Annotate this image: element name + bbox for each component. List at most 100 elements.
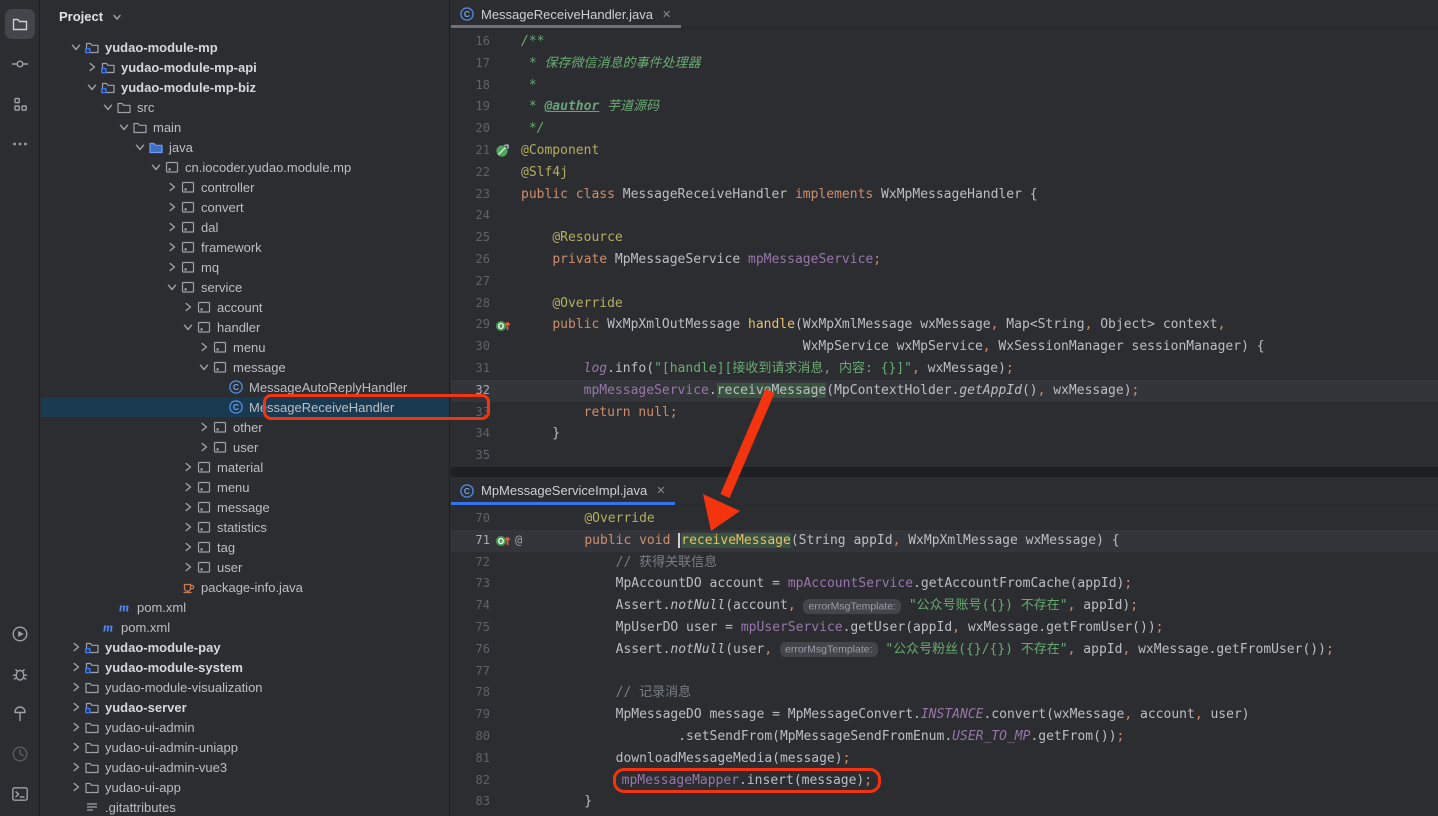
tree-row[interactable]: yudao-ui-admin-uniapp — [41, 737, 449, 757]
code-line[interactable]: 20 */ — [451, 118, 1438, 140]
tree-row[interactable]: message — [41, 357, 449, 377]
chevron-expanded-icon[interactable] — [131, 139, 148, 155]
tree-row[interactable]: account — [41, 297, 449, 317]
tree-row[interactable]: user — [41, 437, 449, 457]
tree-row[interactable]: yudao-module-mp-biz — [41, 77, 449, 97]
tree-row[interactable]: yudao-module-pay — [41, 637, 449, 657]
line-number[interactable]: 71 — [451, 530, 490, 552]
code-line[interactable]: 72 // 获得关联信息 — [451, 552, 1438, 574]
tree-row[interactable]: CMessageReceiveHandler — [41, 397, 449, 417]
tree-row[interactable]: mpom.xml — [41, 597, 449, 617]
code-line[interactable]: 71O@ public void receiveMessage(String a… — [451, 530, 1438, 552]
line-number[interactable]: 35 — [451, 445, 490, 467]
tree-row[interactable]: CMessageAutoReplyHandler — [41, 377, 449, 397]
terminal-icon[interactable] — [5, 779, 35, 809]
chevron-collapsed-icon[interactable] — [67, 779, 84, 795]
code-line[interactable]: 35 — [451, 445, 1438, 467]
chevron-collapsed-icon[interactable] — [179, 539, 196, 555]
code-line[interactable]: 81 downloadMessageMedia(message); — [451, 748, 1438, 770]
line-number[interactable]: 34 — [451, 423, 490, 445]
line-number[interactable]: 72 — [451, 552, 490, 574]
line-number[interactable]: 79 — [451, 704, 490, 726]
chevron-collapsed-icon[interactable] — [163, 219, 180, 235]
line-number[interactable]: 83 — [451, 791, 490, 813]
line-number[interactable]: 24 — [451, 205, 490, 227]
code-line[interactable]: 23public class MessageReceiveHandler imp… — [451, 184, 1438, 206]
chevron-collapsed-icon[interactable] — [67, 699, 84, 715]
chevron-collapsed-icon[interactable] — [179, 459, 196, 475]
build-icon[interactable] — [5, 699, 35, 729]
overriding-method-icon[interactable]: O@ — [495, 530, 522, 552]
code-line[interactable]: 75 MpUserDO user = mpUserService.getUser… — [451, 617, 1438, 639]
tree-row[interactable]: java — [41, 137, 449, 157]
tree-row[interactable]: menu — [41, 477, 449, 497]
line-number[interactable]: 75 — [451, 617, 490, 639]
line-number[interactable]: 81 — [451, 748, 490, 770]
tree-row[interactable]: other — [41, 417, 449, 437]
tree-row[interactable]: convert — [41, 197, 449, 217]
tree-row[interactable]: yudao-ui-admin-vue3 — [41, 757, 449, 777]
editor-tab[interactable]: C MpMessageServiceImpl.java ✕ — [451, 477, 675, 505]
code-line[interactable]: 18 * — [451, 75, 1438, 97]
line-number[interactable]: 73 — [451, 573, 490, 595]
line-number[interactable]: 25 — [451, 227, 490, 249]
code-line[interactable]: 21@Component — [451, 140, 1438, 162]
tree-row[interactable]: yudao-ui-app — [41, 777, 449, 797]
chevron-collapsed-icon[interactable] — [179, 559, 196, 575]
code-line[interactable]: 73 MpAccountDO account = mpAccountServic… — [451, 573, 1438, 595]
tree-row[interactable]: yudao-module-mp-api — [41, 57, 449, 77]
tree-row[interactable]: mq — [41, 257, 449, 277]
line-number[interactable]: 28 — [451, 293, 490, 315]
code-line[interactable]: 83 } — [451, 791, 1438, 813]
tree-row[interactable]: cn.iocoder.yudao.module.mp — [41, 157, 449, 177]
chevron-collapsed-icon[interactable] — [179, 299, 196, 315]
tree-row[interactable]: user — [41, 557, 449, 577]
chevron-expanded-icon[interactable] — [99, 99, 116, 115]
tree-row[interactable]: tag — [41, 537, 449, 557]
chevron-collapsed-icon[interactable] — [163, 179, 180, 195]
line-number[interactable]: 74 — [451, 595, 490, 617]
tree-row[interactable]: yudao-ui-admin — [41, 717, 449, 737]
tree-row[interactable]: src — [41, 97, 449, 117]
line-number[interactable]: 31 — [451, 358, 490, 380]
chevron-expanded-icon[interactable] — [163, 279, 180, 295]
code-line[interactable]: 31 log.info("[handle][接收到请求消息, 内容: {}]",… — [451, 358, 1438, 380]
chevron-collapsed-icon[interactable] — [67, 679, 84, 695]
tree-row[interactable]: material — [41, 457, 449, 477]
line-number[interactable]: 78 — [451, 682, 490, 704]
tree-row[interactable]: handler — [41, 317, 449, 337]
chevron-collapsed-icon[interactable] — [195, 439, 212, 455]
annotated-icon[interactable]: @ — [515, 530, 522, 552]
code-line[interactable]: 24 — [451, 205, 1438, 227]
code-line[interactable]: 79 MpMessageDO message = MpMessageConver… — [451, 704, 1438, 726]
tree-row[interactable]: menu — [41, 337, 449, 357]
tree-row[interactable]: yudao-module-system — [41, 657, 449, 677]
commit-icon[interactable] — [5, 49, 35, 79]
run-icon[interactable] — [5, 619, 35, 649]
editor-splitter[interactable] — [451, 467, 1438, 477]
chevron-down-icon[interactable] — [110, 10, 124, 24]
tree-row[interactable]: .gitattributes — [41, 797, 449, 816]
line-number[interactable]: 77 — [451, 661, 490, 683]
chevron-expanded-icon[interactable] — [147, 159, 164, 175]
code-line[interactable]: 76 Assert.notNull(user, errorMsgTemplate… — [451, 639, 1438, 661]
tree-row[interactable]: message — [41, 497, 449, 517]
tree-row[interactable]: statistics — [41, 517, 449, 537]
tree-row[interactable]: framework — [41, 237, 449, 257]
tree-row[interactable]: package-info.java — [41, 577, 449, 597]
code-line[interactable]: 70 @Override — [451, 508, 1438, 530]
line-number[interactable]: 21 — [451, 140, 490, 162]
chevron-collapsed-icon[interactable] — [67, 659, 84, 675]
line-number[interactable]: 29 — [451, 314, 490, 336]
chevron-collapsed-icon[interactable] — [67, 739, 84, 755]
tree-row[interactable]: service — [41, 277, 449, 297]
project-icon[interactable] — [5, 9, 35, 39]
code-line[interactable]: 82 mpMessageMapper.insert(message); — [451, 770, 1438, 792]
overriding-method-icon[interactable]: O — [495, 318, 512, 333]
profiler-icon[interactable] — [5, 739, 35, 769]
chevron-expanded-icon[interactable] — [67, 39, 84, 55]
chevron-expanded-icon[interactable] — [83, 79, 100, 95]
project-panel-header[interactable]: Project — [41, 0, 449, 33]
chevron-collapsed-icon[interactable] — [67, 759, 84, 775]
tree-row[interactable]: yudao-module-mp — [41, 37, 449, 57]
